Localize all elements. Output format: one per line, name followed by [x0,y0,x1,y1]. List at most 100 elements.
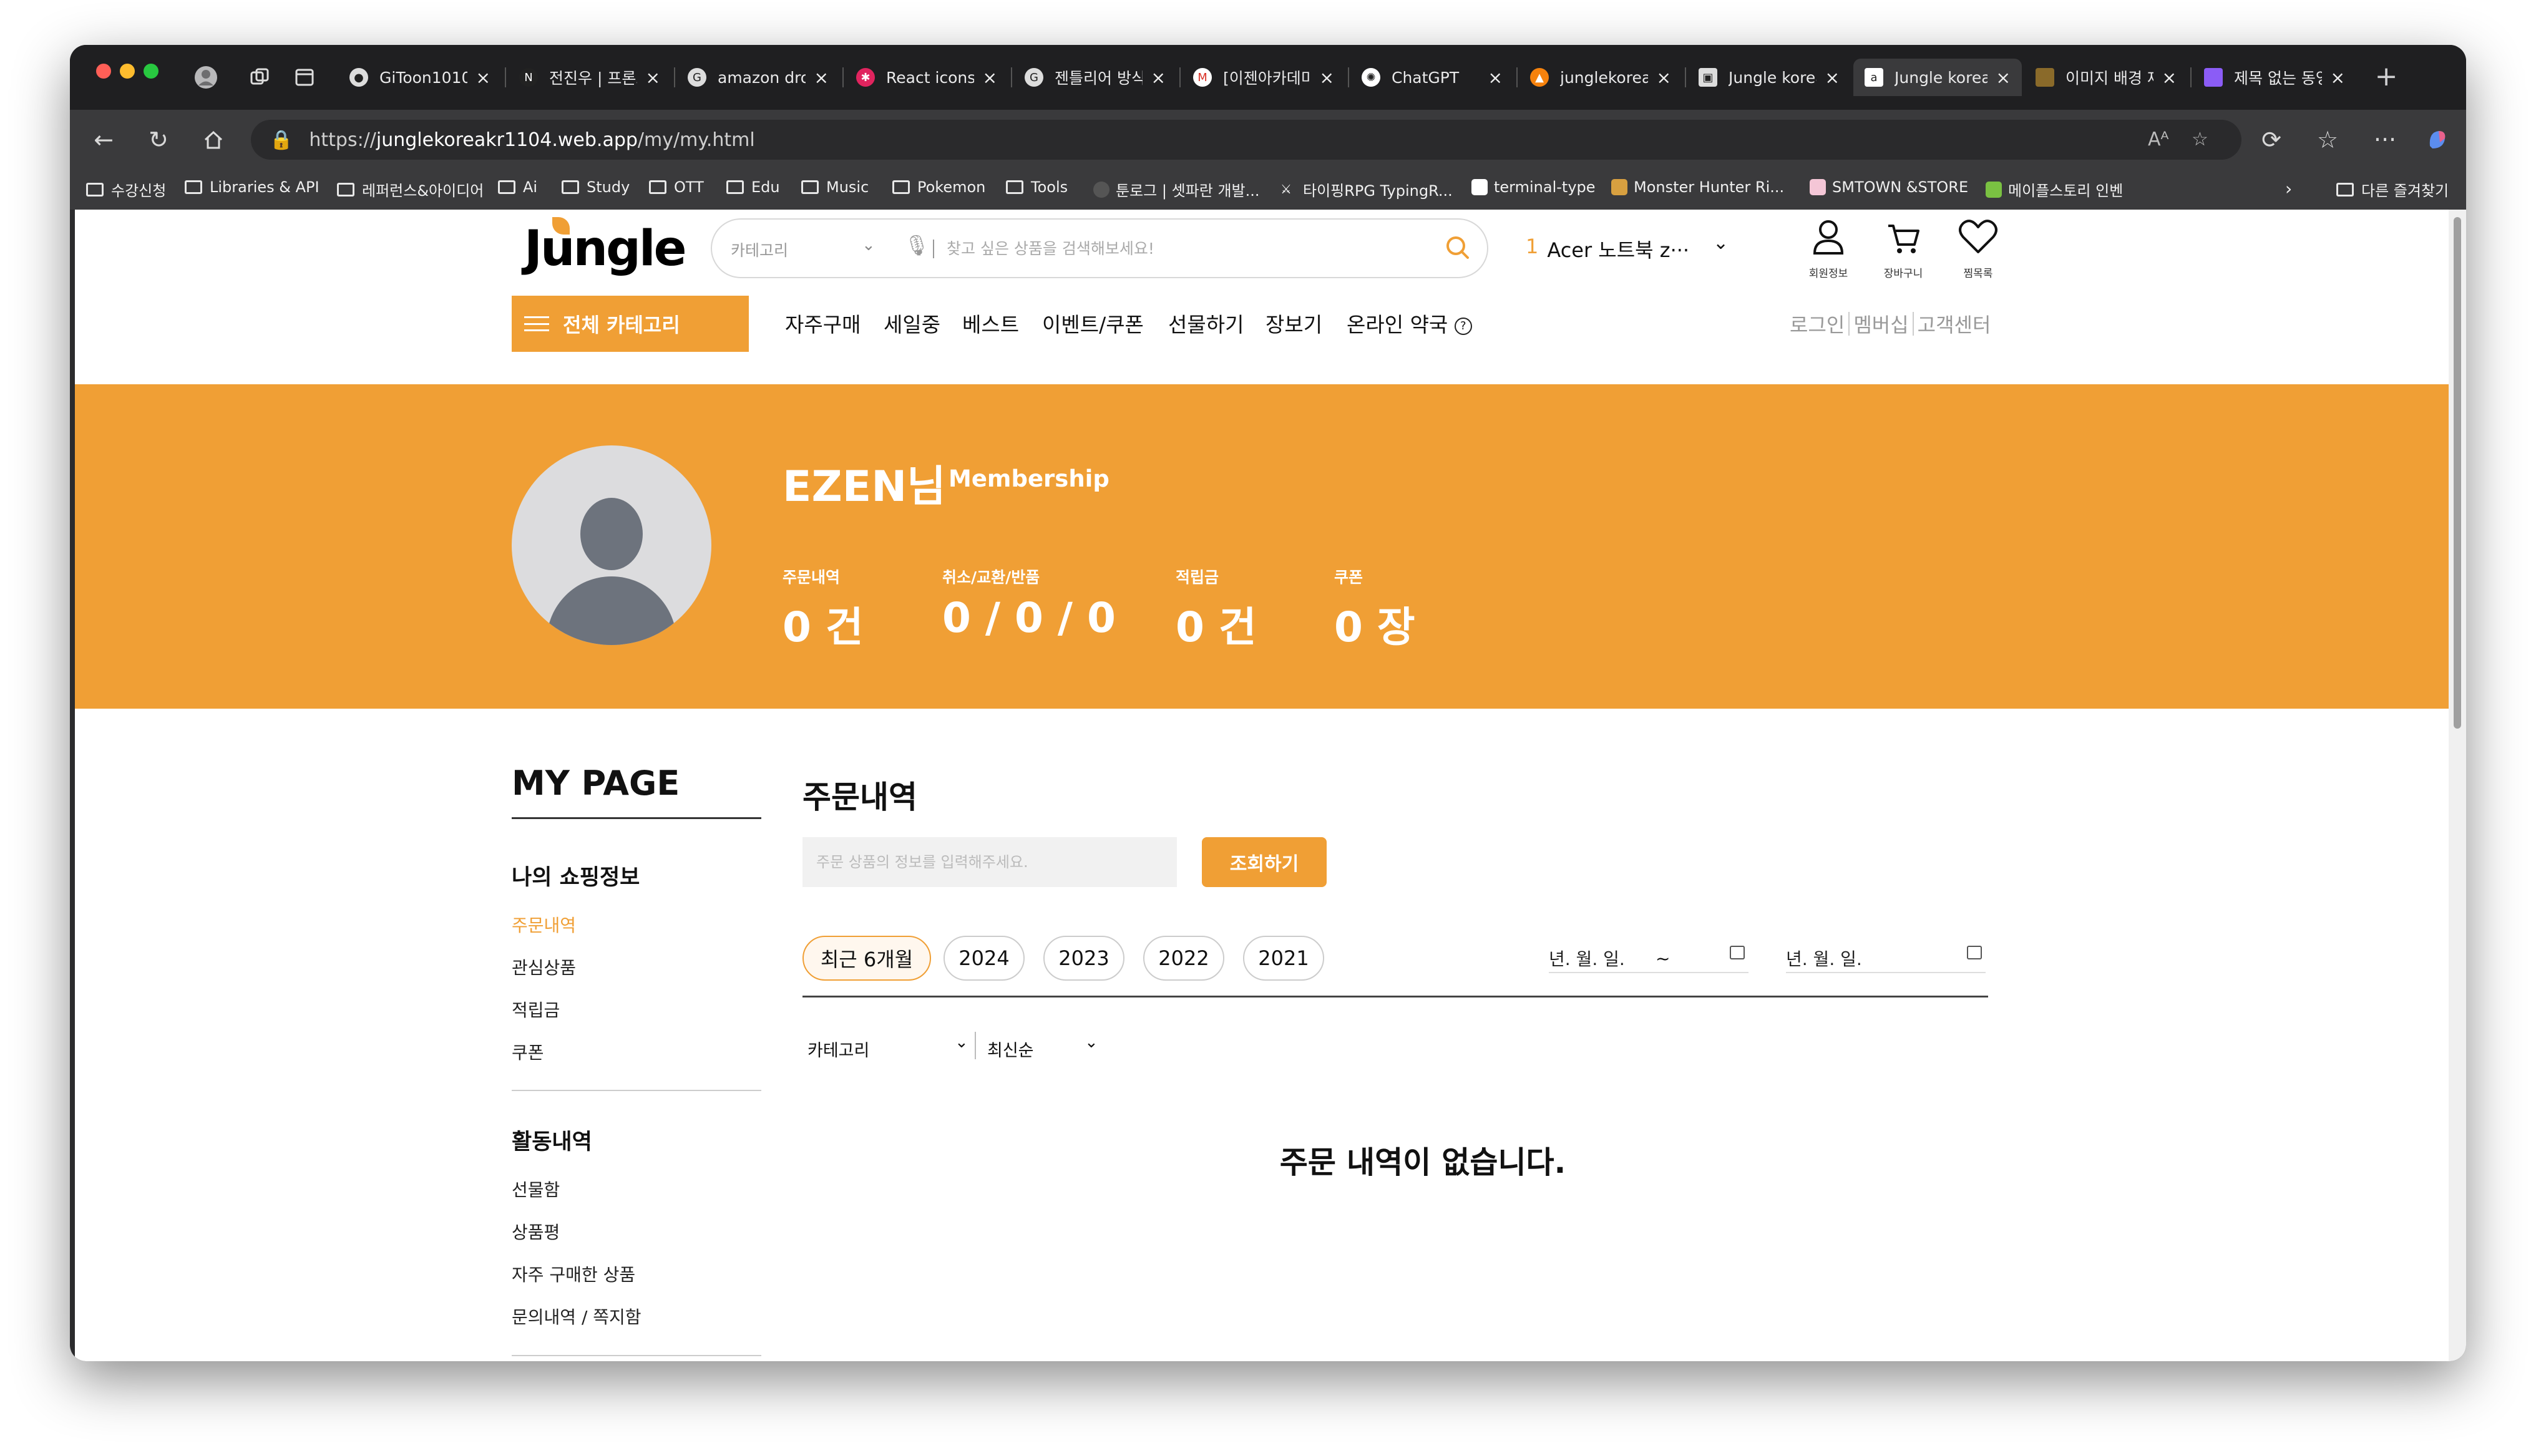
close-tab-icon[interactable]: × [646,67,660,88]
nav-pharmacy[interactable]: 온라인 약국 ? [1347,308,1472,338]
bookmark-folder[interactable]: Study [562,178,630,196]
close-tab-icon[interactable]: × [1996,67,2011,88]
membership-link[interactable]: 멤버십 [1853,309,1908,338]
bookmark-folder[interactable]: 레퍼런스&아이디어 [337,178,484,200]
chevron-down-icon[interactable]: ⌄ [1713,232,1729,254]
url-bar[interactable]: 🔒 https://junglekoreakr1104.web.app/my/m… [251,120,2241,160]
sidebar-item-wishlist[interactable]: 관심상품 [512,954,576,979]
new-tab-icon[interactable]: + [2374,61,2399,92]
workspaces-icon[interactable] [247,65,272,90]
member-info-button[interactable]: 회원정보 [1803,215,1853,283]
category-filter-select[interactable]: 카테고리 ⌄ [807,1033,970,1061]
browser-tab[interactable]: 이미지 배경 제 × [2024,59,2188,96]
browser-tab[interactable]: 제목 없는 동영 × [2193,59,2356,96]
browser-tab[interactable]: N전진우 | 프론트× [508,59,671,96]
close-tab-icon[interactable]: × [1657,67,1671,88]
nav-event-coupon[interactable]: 이벤트/쿠폰 [1042,308,1144,338]
customer-center-link[interactable]: 고객센터 [1918,309,1991,338]
period-2024[interactable]: 2024 [944,936,1025,981]
bookmark-folder[interactable]: Libraries & API [185,178,319,196]
site-logo[interactable]: Jungle [524,221,687,277]
calendar-icon[interactable] [1730,946,1745,959]
close-window-button[interactable] [96,64,111,79]
zoom-window-button[interactable] [144,64,158,79]
close-tab-icon[interactable]: × [1320,67,1334,88]
sidebar-item-points[interactable]: 적립금 [512,997,560,1022]
stat-points[interactable]: 적립금 0 건 [1176,565,1257,654]
bookmark-folder[interactable]: Edu [726,178,780,196]
browser-tab[interactable]: ▣ Jungle korea × [1687,59,1851,96]
stat-coupons[interactable]: 쿠폰 0 장 [1334,565,1415,654]
more-menu-icon[interactable]: ··· [2370,125,2400,155]
trending-keyword[interactable]: 1 Acer 노트북 z··· ⌄ [1526,232,1729,263]
date-to-input[interactable]: 년. 월. 일. [1786,946,1986,973]
back-icon[interactable]: ← [89,125,119,155]
bookmark-folder[interactable]: Music [801,178,869,196]
sidebar-item-coupons[interactable]: 쿠폰 [512,1039,544,1064]
profile-icon[interactable] [193,65,218,90]
close-tab-icon[interactable]: × [983,67,997,88]
query-button[interactable]: 조회하기 [1202,837,1327,887]
bookmark-folder[interactable]: OTT [649,178,704,196]
close-tab-icon[interactable]: × [2331,67,2345,88]
copilot-icon[interactable] [2422,125,2452,155]
nav-best[interactable]: 베스트 [962,308,1019,338]
close-tab-icon[interactable]: × [814,67,829,88]
sidebar-item-inquiries[interactable]: 문의내역 / 쪽지함 [512,1304,641,1329]
nav-gift[interactable]: 선물하기 [1168,308,1244,338]
sidebar-item-orders[interactable]: 주문내역 [512,912,576,937]
bookmark-folder[interactable]: Ai [498,178,537,196]
home-icon[interactable] [198,125,228,155]
extensions-icon[interactable]: ⟳ [2256,125,2286,155]
browser-tab[interactable]: G 젠틀리어 방식 × [1013,59,1177,96]
stat-returns[interactable]: 취소/교환/반품 0 / 0 / 0 [942,565,1116,642]
all-categories-button[interactable]: 전체 카테고리 [512,296,749,352]
reload-icon[interactable]: ↻ [144,125,173,155]
close-tab-icon[interactable]: × [1825,67,1840,88]
search-category-select[interactable]: 카테고리 [731,238,788,261]
close-tab-icon[interactable]: × [1151,67,1166,88]
bookmark-link[interactable]: SMTOWN &STORE [1810,178,1968,196]
browser-tab[interactable]: ✺ ChatGPT × [1350,59,1514,96]
period-2022[interactable]: 2022 [1143,936,1224,981]
bookmark-link[interactable]: ⚔ 타이핑RPG TypingR... [1280,178,1453,200]
bookmarks-overflow-icon[interactable]: › [2285,178,2292,199]
search-input[interactable] [947,235,1421,262]
close-tab-icon[interactable]: × [1488,67,1503,88]
favorites-icon[interactable]: ☆ [2313,125,2343,155]
sidebar-item-frequent[interactable]: 자주 구매한 상품 [512,1261,635,1286]
read-aloud-icon[interactable]: Aᴬ [2148,129,2168,150]
order-search-input[interactable] [802,837,1177,887]
date-from-input[interactable]: 년. 월. 일. [1549,946,1748,973]
minimize-window-button[interactable] [120,64,135,79]
bookmark-folder[interactable]: Pokemon [892,178,985,196]
browser-tab[interactable]: Gamazon dron× [676,59,840,96]
page-scrollbar[interactable] [2449,210,2466,1361]
sidebar-item-gifts[interactable]: 선물함 [512,1177,560,1201]
scrollbar-thumb[interactable] [2454,217,2461,729]
period-6months[interactable]: 최근 6개월 [802,936,931,981]
browser-tab[interactable]: M [이젠아카데미 × [1182,59,1345,96]
sort-select[interactable]: 최신순 ⌄ [987,1033,1112,1061]
browser-tab[interactable]: ▲junglekoreak× [1519,59,1682,96]
bookmark-folder[interactable]: 수강신청 [86,178,166,200]
browser-tab[interactable]: ●GiToon10100× [338,59,502,96]
period-2021[interactable]: 2021 [1243,936,1324,981]
mic-icon[interactable]: 🎙 [904,233,930,257]
bookmark-folder[interactable]: Tools [1006,178,1068,196]
browser-tab[interactable]: ✱ React icons × [845,59,1008,96]
wishlist-button[interactable]: 찜목록 [1953,215,2003,283]
login-link[interactable]: 로그인 [1790,309,1845,338]
cart-button[interactable]: 장바구니 [1878,215,1928,283]
sidebar-item-reviews[interactable]: 상품평 [512,1219,560,1244]
nav-sale[interactable]: 세일중 [884,308,940,338]
calendar-icon[interactable] [1967,946,1982,959]
search-icon[interactable] [1441,231,1476,266]
bookmark-link[interactable]: Monster Hunter Ri... [1611,178,1784,196]
bookmark-link[interactable]: 메이플스토리 인벤 [1986,178,2123,200]
other-bookmarks[interactable]: 다른 즐겨찾기 [2336,178,2449,200]
stat-orders[interactable]: 주문내역 0 건 [783,565,864,654]
chevron-down-icon[interactable]: ⌄ [862,236,875,255]
favorite-star-icon[interactable]: ☆ [2192,129,2208,150]
close-tab-icon[interactable]: × [476,67,490,88]
